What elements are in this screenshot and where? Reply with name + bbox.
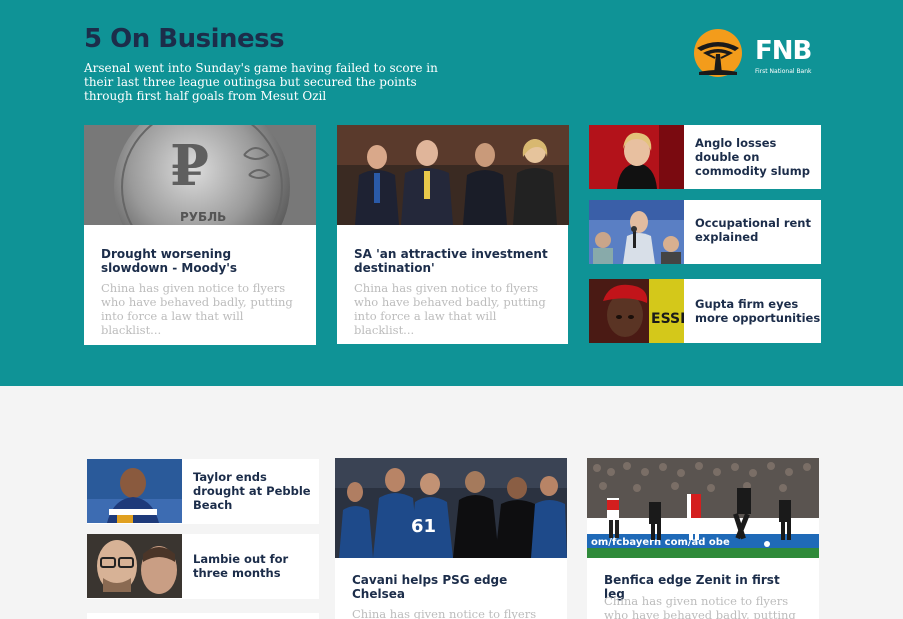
side-article-card[interactable]: Taylor ends drought at Pebble Beach	[87, 459, 319, 524]
man-microphone-image[interactable]	[589, 200, 684, 264]
side-article-title[interactable]: Gupta firm eyes more opportunities	[695, 297, 821, 325]
svg-text:РУБЛЬ: РУБЛЬ	[180, 210, 226, 224]
svg-text:₽: ₽	[170, 133, 209, 199]
side-article-card[interactable]: Occupational rent explained	[589, 200, 821, 264]
article-card[interactable]: om/fcbayern com/ad obe Benfica edge Zeni…	[587, 458, 819, 619]
article-card[interactable]: ₽ РУБЛЬ Drought worsening slowdown - Moo…	[84, 125, 316, 345]
page-title: 5 On Business	[84, 24, 285, 54]
ruble-coin-image[interactable]: ₽ РУБЛЬ	[84, 125, 316, 225]
man-glasses-image[interactable]	[87, 534, 182, 598]
brand-tagline: First National Bank	[755, 68, 812, 75]
rugby-player-image[interactable]	[87, 459, 182, 523]
side-article-title[interactable]: Anglo losses double on commodity slump	[695, 136, 821, 178]
officials-meeting-image[interactable]	[337, 125, 569, 225]
article-excerpt: China has given notice to flyers who hav…	[604, 594, 796, 619]
side-article-title[interactable]: Lambie out for three months	[193, 552, 319, 580]
fnb-logo[interactable]: FNB First National Bank	[691, 28, 823, 80]
article-thumbnail-image[interactable]	[87, 613, 182, 619]
article-title[interactable]: SA 'an attractive investment destination…	[354, 247, 549, 275]
article-card[interactable]: SA 'an attractive investment destination…	[337, 125, 569, 344]
article-title[interactable]: Cavani helps PSG edge Chelsea	[352, 573, 547, 601]
page-subtitle: Arsenal went into Sunday's game having f…	[84, 61, 438, 103]
side-article-card[interactable]: Anglo losses double on commodity slump	[589, 125, 821, 189]
bottom-section: Taylor ends drought at Pebble Beach Lamb…	[0, 386, 903, 619]
hero-section: 5 On Business Arsenal went into Sunday's…	[0, 0, 903, 386]
football-match-image[interactable]: om/fcbayern com/ad obe	[587, 458, 819, 558]
rugby-team-huddle-image[interactable]: 61	[335, 458, 567, 558]
article-excerpt: China has given notice to flyers who hav…	[101, 281, 293, 337]
acacia-tree-logo-icon	[694, 29, 742, 77]
article-excerpt: China has given notice to flyers who hav…	[354, 281, 546, 337]
side-article-title[interactable]: Occupational rent explained	[695, 216, 821, 244]
svg-text:61: 61	[411, 516, 436, 537]
man-red-beret-image[interactable]: ESSI	[589, 279, 684, 343]
side-article-title[interactable]: Taylor ends drought at Pebble Beach	[193, 470, 319, 512]
brand-name: FNB	[755, 36, 812, 66]
side-article-card[interactable]: Lambie out for three months	[87, 534, 319, 599]
article-excerpt: China has given notice to flyers who	[352, 607, 537, 619]
side-article-card[interactable]	[87, 613, 319, 619]
article-title[interactable]: Drought worsening slowdown - Moody's	[101, 247, 296, 275]
woman-speaking-image[interactable]	[589, 125, 684, 189]
svg-text:ESSI: ESSI	[651, 311, 684, 327]
article-card[interactable]: 61 Cavani helps PSG edge Chelsea China h…	[335, 458, 567, 619]
side-article-card[interactable]: ESSI Gupta firm eyes more opportunities	[589, 279, 821, 343]
